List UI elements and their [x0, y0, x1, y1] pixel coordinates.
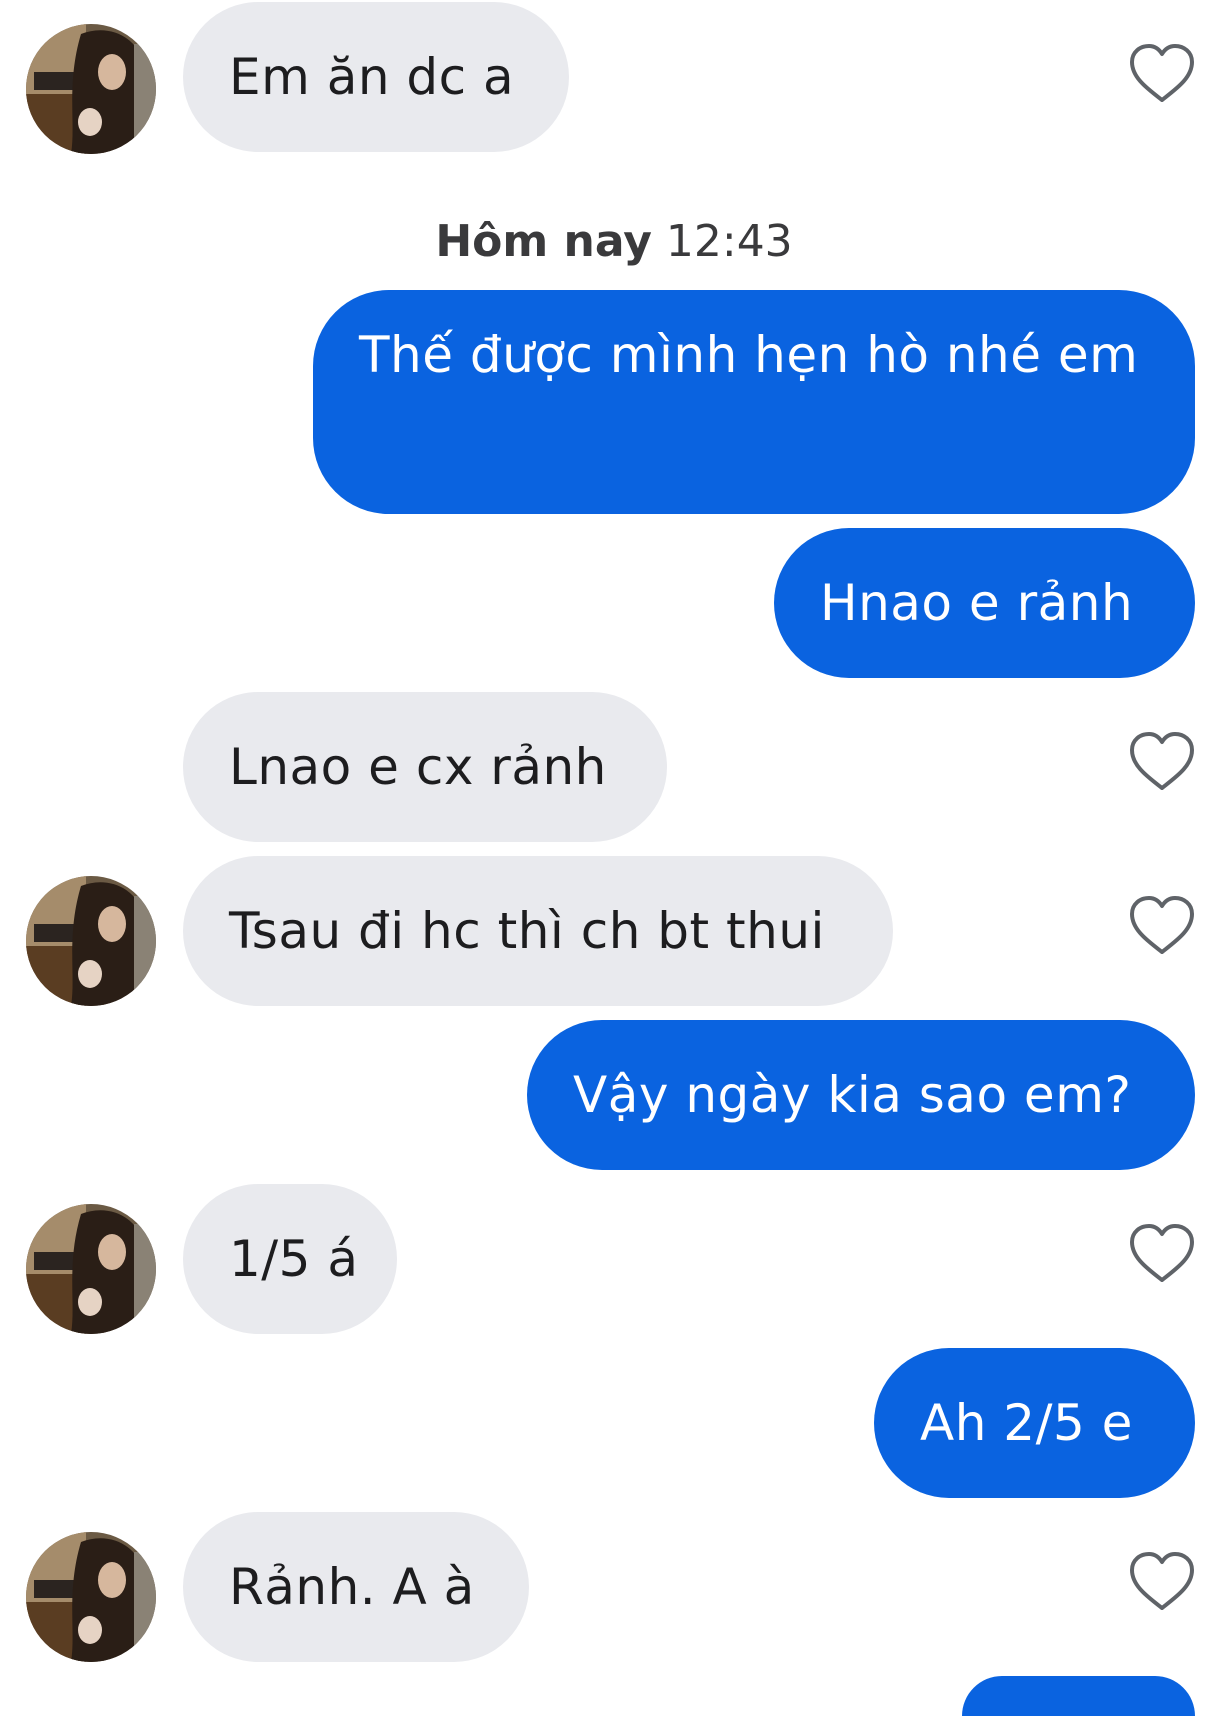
- incoming-message-bubble[interactable]: Rảnh. A à: [183, 1512, 529, 1662]
- contact-avatar[interactable]: [26, 1204, 156, 1334]
- outgoing-message-bubble[interactable]: Hnao e rảnh: [774, 528, 1195, 678]
- incoming-message-bubble[interactable]: Tsau đi hc thì ch bt thui: [183, 856, 893, 1006]
- outgoing-message-bubble[interactable]: Vậy ngày kia sao em?: [527, 1020, 1195, 1170]
- outgoing-message-bubble[interactable]: Ah 2/5 e: [874, 1348, 1195, 1498]
- incoming-message-bubble[interactable]: Em ăn dc a: [183, 2, 569, 152]
- conversation-timestamp: Hôm nay 12:43: [0, 212, 1212, 272]
- heart-outline-icon[interactable]: [1128, 1550, 1196, 1612]
- message-text: Tsau đi hc thì ch bt thui: [229, 902, 825, 960]
- message-text: 1/5 á: [229, 1230, 359, 1288]
- incoming-message-bubble[interactable]: 1/5 á: [183, 1184, 397, 1334]
- message-text: Vậy ngày kia sao em?: [573, 1066, 1132, 1124]
- message-text: Rảnh. A à: [229, 1558, 475, 1616]
- message-text: Ah 2/5 e: [920, 1394, 1133, 1452]
- contact-avatar[interactable]: [26, 24, 156, 154]
- heart-outline-icon[interactable]: [1128, 42, 1196, 104]
- incoming-message-bubble[interactable]: Lnao e cx rảnh: [183, 692, 667, 842]
- heart-outline-icon[interactable]: [1128, 1222, 1196, 1284]
- message-text: Hnao e rảnh: [820, 574, 1134, 632]
- heart-outline-icon[interactable]: [1128, 730, 1196, 792]
- outgoing-message-bubble-partial[interactable]: [962, 1676, 1195, 1716]
- outgoing-message-bubble[interactable]: Thế được mình hẹn hò nhé em: [313, 290, 1195, 514]
- contact-avatar[interactable]: [26, 876, 156, 1006]
- message-text: Thế được mình hẹn hò nhé em: [359, 326, 1139, 384]
- timestamp-time: 12:43: [665, 216, 793, 267]
- heart-outline-icon[interactable]: [1128, 894, 1196, 956]
- contact-avatar[interactable]: [26, 1532, 156, 1662]
- timestamp-day: Hôm nay: [435, 216, 652, 267]
- message-text: Em ăn dc a: [229, 48, 515, 106]
- message-text: Lnao e cx rảnh: [229, 738, 607, 796]
